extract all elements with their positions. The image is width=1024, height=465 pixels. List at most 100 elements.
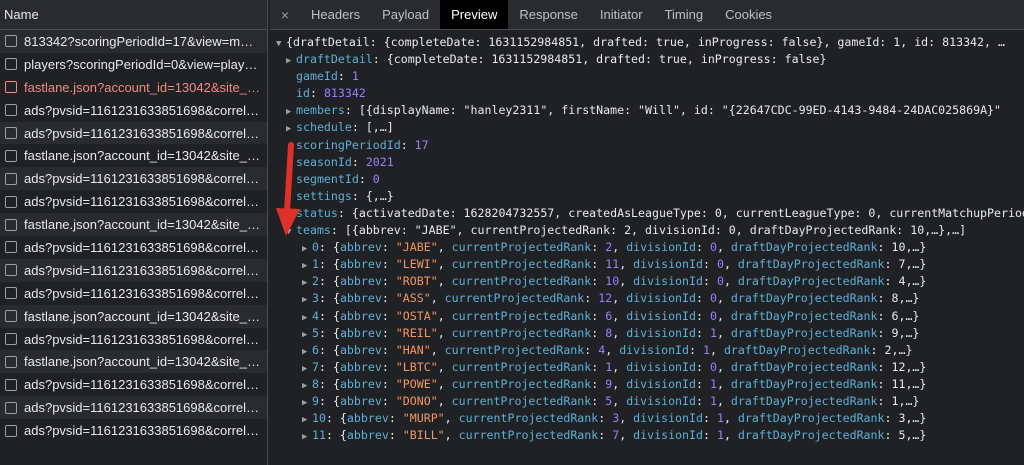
colon-separator: :: [591, 308, 606, 323]
checkbox-icon[interactable]: [5, 58, 17, 71]
team-row[interactable]: ▶ 7: {abbrev: "LBTC", currentProjectedRan…: [276, 359, 1024, 376]
team-row[interactable]: ▶ 11: {abbrev: "BILL", currentProjectedRa…: [276, 427, 1024, 444]
tab-payload[interactable]: Payload: [371, 0, 440, 29]
request-row[interactable]: ads?pvsid=1161231633851698&correlator=: [0, 258, 267, 282]
checkbox-icon[interactable]: [5, 378, 17, 391]
tree-field-schedule[interactable]: ▶ schedule: [,…]: [276, 119, 1024, 136]
request-row[interactable]: fastlane.json?account_id=13042&site_id=: [0, 144, 267, 167]
colon-separator: :: [344, 103, 359, 118]
checkbox-icon[interactable]: [5, 149, 17, 162]
tree-field-status[interactable]: ▶ status: {activatedDate: 1628204732557, …: [276, 205, 1024, 222]
expand-triangle-icon[interactable]: ▶: [302, 275, 312, 290]
team-row[interactable]: ▶ 5: {abbrev: "REIL", currentProjectedRan…: [276, 325, 1024, 342]
team-row[interactable]: ▶ 1: {abbrev: "LEWI", currentProjectedRan…: [276, 256, 1024, 273]
field-key: settings: [296, 188, 352, 203]
request-row[interactable]: fastlane.json?account_id=13042&site_id=: [0, 304, 267, 328]
expand-triangle-icon[interactable]: ▶: [302, 310, 312, 325]
team-open-brace: : {: [325, 411, 347, 426]
checkbox-icon[interactable]: [5, 218, 17, 231]
expand-triangle-icon[interactable]: ▶: [302, 429, 312, 444]
team-row[interactable]: ▶ 4: {abbrev: "OSTA", currentProjectedRan…: [276, 308, 1024, 325]
tab-preview[interactable]: Preview: [440, 0, 509, 29]
team-index: 8: [312, 376, 319, 391]
tree-field-settings[interactable]: ▶ settings: {,…}: [276, 188, 1024, 205]
request-list: 813342?scoringPeriodId=17&view=mDraftDet…: [0, 30, 267, 442]
expand-triangle-icon[interactable]: ▶: [286, 53, 296, 68]
tab-cookies[interactable]: Cookies: [714, 0, 783, 29]
checkbox-icon[interactable]: [5, 127, 17, 139]
request-row[interactable]: fastlane.json?account_id=13042&site_id=: [0, 76, 267, 99]
team-field-key: currentProjectedRank: [451, 325, 592, 340]
checkbox-icon[interactable]: [5, 104, 17, 117]
expand-triangle-icon[interactable]: ▶: [302, 241, 312, 256]
checkbox-icon[interactable]: [5, 310, 17, 323]
tree-field-draftDetail[interactable]: ▶ draftDetail: {completeDate: 16311529848…: [276, 51, 1024, 68]
team-open-brace: : {: [318, 291, 340, 306]
request-row[interactable]: ads?pvsid=1161231633851698&correlator=: [0, 236, 267, 259]
request-row[interactable]: ads?pvsid=1161231633851698&correlator=: [0, 190, 267, 213]
checkbox-icon[interactable]: [5, 264, 17, 277]
checkbox-icon[interactable]: [5, 333, 17, 346]
tab-timing[interactable]: Timing: [654, 0, 715, 29]
expand-triangle-icon[interactable]: ▶: [302, 327, 312, 342]
request-row[interactable]: fastlane.json?account_id=13042&site_id=: [0, 350, 267, 374]
team-row[interactable]: ▶ 3: {abbrev: "ASS", currentProjectedRank…: [276, 290, 1024, 307]
checkbox-icon[interactable]: [5, 81, 17, 94]
close-icon[interactable]: ×: [270, 0, 300, 29]
request-row[interactable]: ads?pvsid=1161231633851698&correlator=: [0, 396, 267, 420]
checkbox-icon[interactable]: [5, 241, 17, 254]
request-row[interactable]: ads?pvsid=1161231633851698&correlator=: [0, 99, 267, 122]
team-row[interactable]: ▶ 6: {abbrev: "HAN", currentProjectedRank…: [276, 342, 1024, 359]
request-row[interactable]: ads?pvsid=1161231633851698&correlator=: [0, 373, 267, 396]
tab-response[interactable]: Response: [508, 0, 589, 29]
request-row[interactable]: 813342?scoringPeriodId=17&view=mDraftDet…: [0, 30, 267, 53]
checkbox-icon[interactable]: [5, 424, 17, 437]
expand-triangle-icon[interactable]: ▶: [302, 292, 312, 307]
team-row[interactable]: ▶ 9: {abbrev: "DONO", currentProjectedRan…: [276, 393, 1024, 410]
colon-separator: :: [309, 86, 324, 101]
field-value: {completeDate: 1631152984851, drafted: t…: [386, 52, 827, 67]
expand-triangle-icon[interactable]: ▶: [302, 361, 312, 376]
name-column-header[interactable]: Name: [0, 0, 267, 30]
tree-field-members[interactable]: ▶ members: [{displayName: "hanley2311", f…: [276, 102, 1024, 119]
expand-triangle-icon[interactable]: ▶: [302, 258, 312, 273]
team-row[interactable]: ▶ 10: {abbrev: "MURP", currentProjectedRa…: [276, 410, 1024, 427]
expand-triangle-icon[interactable]: ▶: [302, 378, 312, 393]
field-key: segmentId: [296, 171, 359, 186]
checkbox-icon[interactable]: [5, 401, 17, 414]
expand-triangle-icon[interactable]: ▶: [286, 121, 296, 136]
team-row[interactable]: ▶ 2: {abbrev: "ROBT", currentProjectedRan…: [276, 273, 1024, 290]
request-row[interactable]: ads?pvsid=1161231633851698&correlator=: [0, 121, 267, 145]
colon-separator: :: [591, 240, 606, 255]
checkbox-icon[interactable]: [5, 287, 17, 300]
team-row[interactable]: ▶ 0: {abbrev: "JABE", currentProjectedRan…: [276, 239, 1024, 256]
expand-triangle-icon[interactable]: ▶: [302, 412, 312, 427]
checkbox-icon[interactable]: [5, 355, 17, 368]
request-row[interactable]: fastlane.json?account_id=13042&site_id=: [0, 213, 267, 237]
expand-triangle-icon[interactable]: ▶: [302, 344, 312, 359]
checkbox-icon[interactable]: [5, 35, 17, 48]
tree-field-teams[interactable]: ▼ teams: [{abbrev: "JABE", currentProject…: [276, 222, 1024, 239]
expand-triangle-icon[interactable]: ▶: [302, 395, 312, 410]
collapse-triangle-icon[interactable]: ▼: [276, 36, 286, 51]
request-row[interactable]: ads?pvsid=1161231633851698&correlator=: [0, 419, 267, 442]
expand-triangle-icon[interactable]: ▶: [286, 190, 296, 205]
request-row[interactable]: players?scoringPeriodId=0&view=players_w…: [0, 53, 267, 76]
team-index: 11: [312, 428, 326, 443]
field-value: 813342: [323, 86, 366, 101]
request-row[interactable]: ads?pvsid=1161231633851698&correlator=: [0, 282, 267, 305]
collapse-triangle-icon[interactable]: ▼: [286, 224, 296, 239]
expand-triangle-icon[interactable]: ▶: [286, 207, 296, 222]
checkbox-icon[interactable]: [5, 195, 17, 208]
request-row[interactable]: ads?pvsid=1161231633851698&correlator=: [0, 328, 267, 351]
tab-initiator[interactable]: Initiator: [589, 0, 654, 29]
team-field-key: divisionId: [626, 291, 696, 306]
colon-separator: :: [358, 171, 373, 186]
request-row[interactable]: ads?pvsid=1161231633851698&correlator=: [0, 167, 267, 191]
checkbox-icon[interactable]: [5, 172, 17, 185]
comma-separator: ,: [612, 359, 627, 374]
tree-root-line[interactable]: ▼ {draftDetail: {completeDate: 1631152984…: [276, 34, 1024, 51]
expand-triangle-icon[interactable]: ▶: [286, 104, 296, 119]
tab-headers[interactable]: Headers: [300, 0, 371, 29]
team-row[interactable]: ▶ 8: {abbrev: "POWE", currentProjectedRan…: [276, 376, 1024, 393]
